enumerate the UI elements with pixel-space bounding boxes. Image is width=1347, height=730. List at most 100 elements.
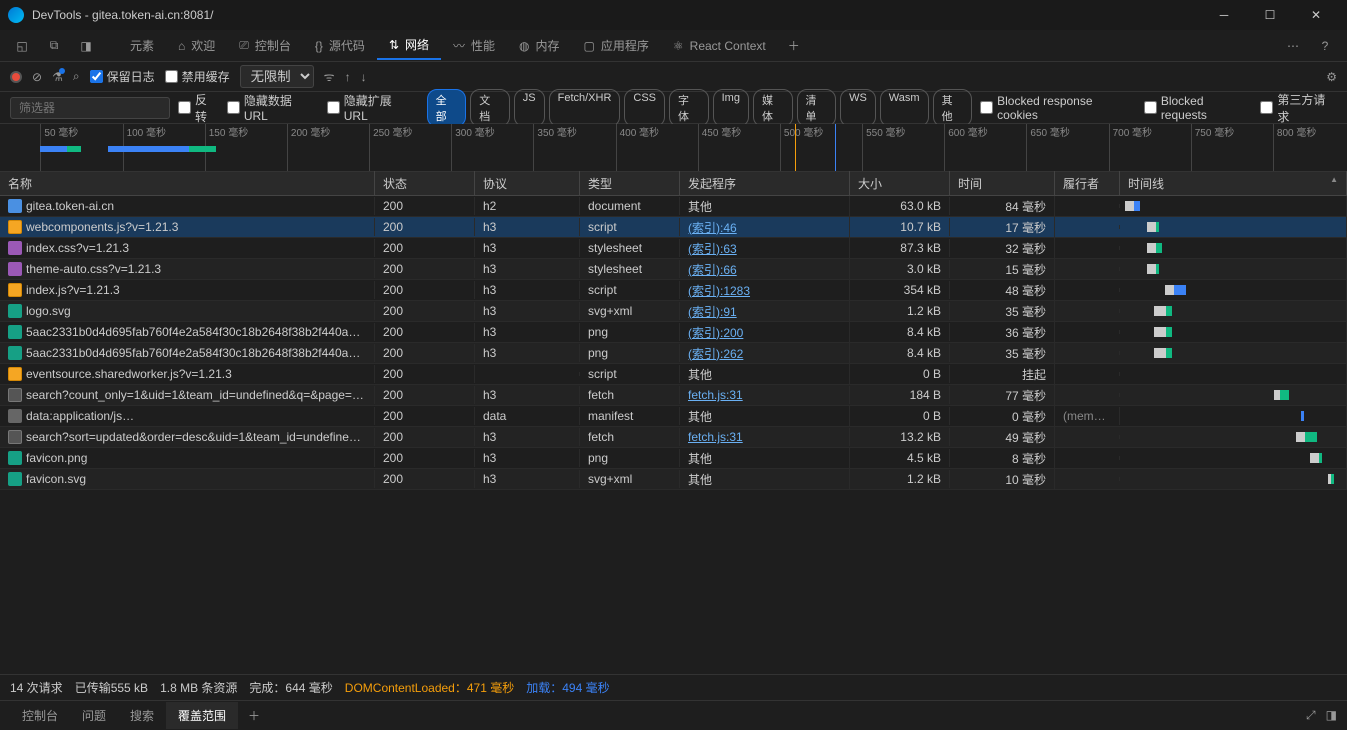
request-row[interactable]: 5aac2331b0d4d695fab760f4e2a584f30c18b264…	[0, 322, 1347, 343]
throttle-select[interactable]: 无限制	[240, 65, 314, 88]
network-toolbar: ⊘ ⚗ ⌕ 保留日志 禁用缓存 无限制 ᯤ ↑ ↓ ⚙	[0, 62, 1347, 92]
request-row[interactable]: favicon.png200h3png其他4.5 kB8 毫秒	[0, 448, 1347, 469]
blocked-requests-checkbox[interactable]: Blocked requests	[1144, 94, 1253, 122]
type-pill-Wasm[interactable]: Wasm	[880, 89, 929, 127]
col-time[interactable]: 时间	[950, 171, 1055, 196]
tab-6[interactable]: ◍内存	[507, 31, 572, 60]
tab-icon: ⎚	[239, 38, 249, 53]
request-row[interactable]: favicon.svg200h3svg+xml其他1.2 kB10 毫秒	[0, 469, 1347, 490]
col-timeline[interactable]: 时间线	[1120, 171, 1347, 196]
initiator-link[interactable]: (索引):66	[688, 263, 737, 277]
hide-data-url-checkbox[interactable]: 隐藏数据 URL	[227, 92, 319, 123]
col-protocol[interactable]: 协议	[475, 171, 580, 196]
tab-5[interactable]: 〰性能	[441, 31, 507, 60]
wifi-icon[interactable]: ᯤ	[324, 68, 335, 85]
drawer-add-icon[interactable]: ＋	[242, 704, 266, 728]
tab-8[interactable]: ⚛React Context	[661, 31, 778, 60]
request-row[interactable]: 5aac2331b0d4d695fab760f4e2a584f30c18b264…	[0, 343, 1347, 364]
request-row[interactable]: logo.svg200h3svg+xml(索引):911.2 kB35 毫秒	[0, 301, 1347, 322]
edge-icon	[8, 7, 24, 23]
add-tab-button[interactable]: ＋	[782, 34, 806, 58]
inspect-icon[interactable]: ◱	[10, 34, 34, 58]
tab-7[interactable]: ▢应用程序	[572, 31, 661, 60]
hide-ext-url-checkbox[interactable]: 隐藏扩展 URL	[327, 92, 419, 123]
type-pill-Img[interactable]: Img	[713, 89, 749, 127]
file-icon	[8, 199, 22, 213]
titlebar: DevTools - gitea.token-ai.cn:8081/ ─ ☐ ✕	[0, 0, 1347, 30]
upload-icon[interactable]: ↑	[345, 70, 351, 84]
tab-1[interactable]: ⌂欢迎	[166, 31, 227, 60]
type-pill-字体[interactable]: 字体	[669, 89, 709, 127]
type-pill-JS[interactable]: JS	[514, 89, 545, 127]
col-name[interactable]: 名称	[0, 171, 375, 196]
clear-button[interactable]: ⊘	[32, 70, 42, 84]
tab-2[interactable]: ⎚控制台	[227, 31, 303, 60]
type-pill-CSS[interactable]: CSS	[624, 89, 665, 127]
col-initiator[interactable]: 发起程序	[680, 171, 850, 196]
drawer-tab-0[interactable]: 控制台	[10, 702, 70, 729]
invert-checkbox[interactable]: 反转	[178, 91, 219, 125]
drawer-tab-3[interactable]: 覆盖范围	[166, 702, 238, 729]
type-pill-文档[interactable]: 文档	[470, 89, 510, 127]
request-row[interactable]: search?count_only=1&uid=1&team_id=undefi…	[0, 385, 1347, 406]
maximize-button[interactable]: ☐	[1247, 0, 1293, 30]
request-row[interactable]: search?sort=updated&order=desc&uid=1&tea…	[0, 427, 1347, 448]
initiator-link[interactable]: (索引):200	[688, 326, 743, 340]
request-row[interactable]: data:application/js…200datamanifest其他0 B…	[0, 406, 1347, 427]
initiator-link[interactable]: fetch.js:31	[688, 430, 743, 444]
initiator-link[interactable]: (索引):46	[688, 221, 737, 235]
drawer-tab-1[interactable]: 问题	[70, 702, 118, 729]
initiator-link[interactable]: (索引):91	[688, 305, 737, 319]
file-icon	[8, 262, 22, 276]
third-party-checkbox[interactable]: 第三方请求	[1260, 91, 1337, 125]
filter-input[interactable]	[10, 97, 170, 119]
drawer-tab-2[interactable]: 搜索	[118, 702, 166, 729]
help-icon[interactable]: ?	[1313, 34, 1337, 58]
request-row[interactable]: webcomponents.js?v=1.21.3200h3script(索引)…	[0, 217, 1347, 238]
tab-3[interactable]: {}源代码	[303, 31, 377, 60]
sb-transferred: 已传输555 kB	[75, 679, 148, 696]
drawer-dock-icon[interactable]: ◨	[1326, 708, 1337, 723]
timeline-overview[interactable]: 50 毫秒100 毫秒150 毫秒200 毫秒250 毫秒300 毫秒350 毫…	[0, 124, 1347, 172]
initiator-link[interactable]: (索引):1283	[688, 284, 750, 298]
col-type[interactable]: 类型	[580, 171, 680, 196]
type-pill-Fetch/XHR[interactable]: Fetch/XHR	[549, 89, 621, 127]
close-button[interactable]: ✕	[1293, 0, 1339, 30]
type-pill-其他[interactable]: 其他	[933, 89, 973, 127]
initiator-link[interactable]: (索引):262	[688, 347, 743, 361]
request-row[interactable]: index.js?v=1.21.3200h3script(索引):1283354…	[0, 280, 1347, 301]
file-icon	[8, 430, 22, 444]
record-button[interactable]	[10, 71, 22, 83]
minimize-button[interactable]: ─	[1201, 0, 1247, 30]
tab-icon: {}	[315, 39, 323, 53]
type-pill-清单[interactable]: 清单	[797, 89, 837, 127]
preserve-log-checkbox[interactable]: 保留日志	[90, 68, 155, 85]
disable-cache-checkbox[interactable]: 禁用缓存	[165, 68, 230, 85]
initiator-link[interactable]: (索引):63	[688, 242, 737, 256]
col-status[interactable]: 状态	[375, 171, 475, 196]
main-tabbar: ◱ ⧉ ◨ 元素⌂欢迎⎚控制台{}源代码⇅网络〰性能◍内存▢应用程序⚛React…	[0, 30, 1347, 62]
device-icon[interactable]: ⧉	[42, 34, 66, 58]
col-size[interactable]: 大小	[850, 171, 950, 196]
drawer-expand-icon[interactable]: ⤢	[1306, 708, 1316, 723]
tab-4[interactable]: ⇅网络	[377, 31, 441, 60]
tab-0[interactable]: 元素	[112, 31, 166, 60]
type-pill-媒体[interactable]: 媒体	[753, 89, 793, 127]
dock-icon[interactable]: ◨	[74, 34, 98, 58]
filter-toggle-icon[interactable]: ⚗	[52, 70, 63, 84]
file-icon	[8, 283, 22, 297]
more-icon[interactable]: ⋯	[1281, 34, 1305, 58]
col-fulfilled[interactable]: 履行者	[1055, 171, 1120, 196]
type-pill-WS[interactable]: WS	[840, 89, 876, 127]
initiator-link[interactable]: fetch.js:31	[688, 388, 743, 402]
request-row[interactable]: eventsource.sharedworker.js?v=1.21.3200s…	[0, 364, 1347, 385]
type-pill-全部[interactable]: 全部	[427, 89, 467, 127]
download-icon[interactable]: ↓	[361, 70, 367, 84]
request-row[interactable]: theme-auto.css?v=1.21.3200h3stylesheet(索…	[0, 259, 1347, 280]
blocked-cookies-checkbox[interactable]: Blocked response cookies	[980, 94, 1136, 122]
file-icon	[8, 220, 22, 234]
request-row[interactable]: gitea.token-ai.cn200h2document其他63.0 kB8…	[0, 196, 1347, 217]
search-icon[interactable]: ⌕	[73, 69, 80, 84]
request-row[interactable]: index.css?v=1.21.3200h3stylesheet(索引):63…	[0, 238, 1347, 259]
settings-icon[interactable]: ⚙	[1326, 70, 1337, 84]
